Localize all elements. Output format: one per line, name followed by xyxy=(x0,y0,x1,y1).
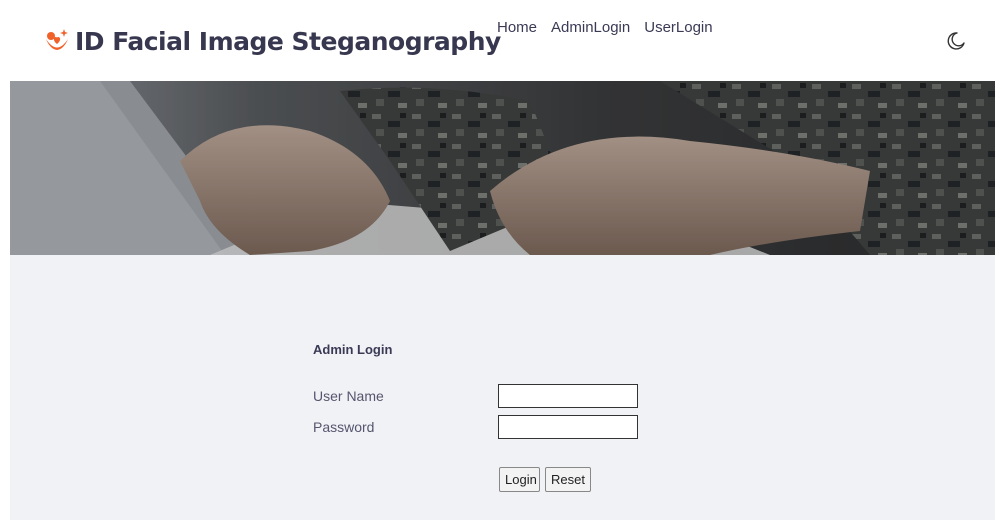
password-label: Password xyxy=(313,419,375,435)
form-title: Admin Login xyxy=(313,342,393,357)
hero-banner-image xyxy=(10,81,995,255)
site-header: ID Facial Image Steganography Home Admin… xyxy=(0,0,995,80)
reset-button[interactable]: Reset xyxy=(545,467,591,492)
username-input[interactable] xyxy=(498,384,638,408)
password-input[interactable] xyxy=(498,415,638,439)
brand-title: ID Facial Image Steganography xyxy=(75,26,501,56)
username-label: User Name xyxy=(313,388,384,404)
person-heart-icon xyxy=(46,29,68,50)
login-button[interactable]: Login xyxy=(499,467,540,492)
page: ID Facial Image Steganography Home Admin… xyxy=(0,0,995,520)
moon-icon[interactable] xyxy=(946,31,966,51)
nav-user-login[interactable]: UserLogin xyxy=(644,19,712,36)
brand-logo[interactable]: ID Facial Image Steganography xyxy=(43,26,501,56)
nav-admin-login[interactable]: AdminLogin xyxy=(551,19,630,36)
main-nav: Home AdminLogin UserLogin xyxy=(497,19,713,36)
nav-home[interactable]: Home xyxy=(497,19,537,36)
